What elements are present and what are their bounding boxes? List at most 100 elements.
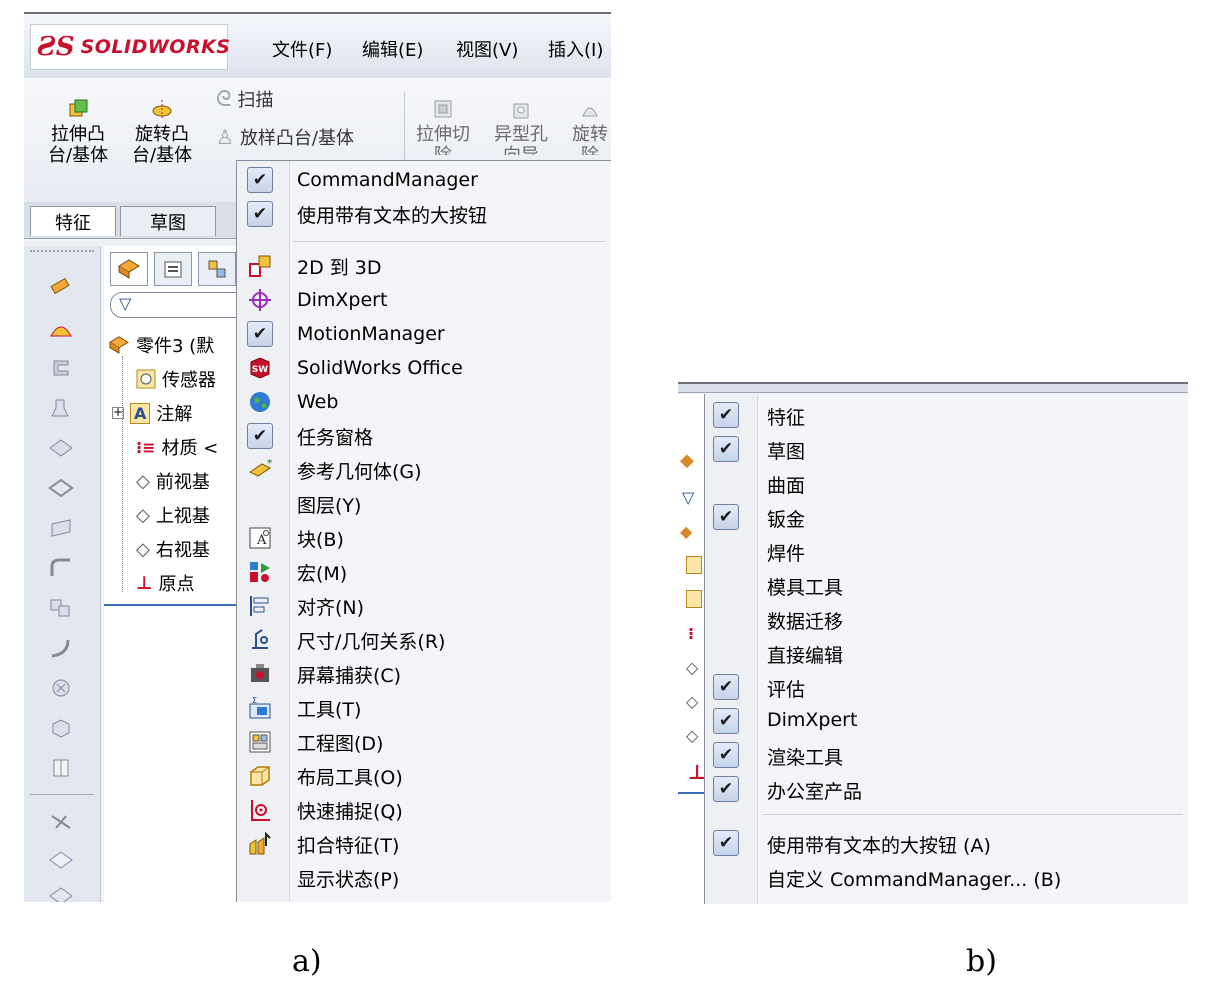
menu-item-mold-tools[interactable]: 模具工具 — [705, 568, 1188, 602]
tree-annotations-node[interactable]: + A 注解 — [112, 400, 192, 426]
menu-item-fastening-features[interactable]: 扣合特征(T) — [237, 827, 611, 861]
menu-item-dimxpert[interactable]: ✔ DimXpert — [705, 704, 1188, 738]
menu-item-office-products[interactable]: ✔ 办公室产品 — [705, 772, 1188, 806]
tree-origin-node[interactable]: ⊥ 原点 — [136, 570, 194, 596]
menu-item-large-buttons[interactable]: ✔ 使用带有文本的大按钮 (A) — [705, 826, 1188, 860]
menu-item-macro[interactable]: 宏(M) — [237, 555, 611, 589]
menu-item-sketch[interactable]: ✔ 草图 — [705, 432, 1188, 466]
menu-item-weldments[interactable]: 焊件 — [705, 534, 1188, 568]
menu-item-large-buttons[interactable]: ✔ 使用带有文本的大按钮 — [237, 197, 611, 231]
curves-tool-icon[interactable] — [48, 812, 74, 832]
menu-item-layers[interactable]: 图层(Y) — [237, 487, 611, 521]
menu-item-label: 任务窗格 — [297, 426, 374, 449]
plane-tool-icon[interactable] — [48, 518, 74, 538]
plane-icon: ◇ — [686, 726, 699, 745]
sweep-tool-icon[interactable] — [48, 358, 74, 378]
expand-icon[interactable]: + — [112, 406, 124, 419]
check-icon: ✔ — [713, 402, 739, 428]
tree-part-node[interactable]: 零件3 (默 — [108, 332, 214, 358]
pattern-tool-icon[interactable] — [48, 598, 74, 618]
check-icon: ✔ — [247, 201, 273, 227]
revolve-cut-tool-icon[interactable] — [48, 478, 74, 498]
menu-item-solidworks-office[interactable]: SW SolidWorks Office — [237, 351, 611, 385]
globe-icon — [250, 392, 270, 412]
mirror-tool-icon[interactable] — [48, 758, 74, 778]
menu-item-blocks[interactable]: A 块(B) — [237, 521, 611, 555]
draft-tool-icon[interactable] — [48, 678, 74, 698]
hole-wizard-label-2: 向导 — [503, 145, 539, 155]
menu-edit[interactable]: 编辑(E) — [362, 36, 423, 62]
shell-tool-icon[interactable] — [48, 718, 74, 738]
revolve-boss-button[interactable]: 旋转凸 台/基体 — [132, 98, 192, 166]
menu-item-web[interactable]: Web — [237, 385, 611, 419]
loft-button[interactable]: ♙ 放样凸台/基体 — [216, 124, 354, 150]
menu-item-evaluate[interactable]: ✔ 评估 — [705, 670, 1188, 704]
annotation-icon — [686, 590, 702, 608]
menu-item-label: 尺寸/几何关系(R) — [297, 630, 446, 653]
tree-sensors-node[interactable]: 传感器 — [136, 366, 216, 392]
menu-item-customize-commandmanager[interactable]: 自定义 CommandManager... (B) — [705, 860, 1188, 894]
menu-item-drawing[interactable]: 工程图(D) — [237, 725, 611, 759]
tree-top-plane-node[interactable]: ◇ 上视基 — [136, 502, 210, 528]
feature-manager-tab[interactable] — [110, 252, 148, 286]
menu-item-align[interactable]: 对齐(N) — [237, 589, 611, 623]
tree-fragment: ◆ ▽ ◆ ⁝ ◇ ◇ ◇ ⊥ — [678, 394, 706, 904]
menu-item-task-pane[interactable]: ✔ 任务窗格 — [237, 419, 611, 453]
menu-item-data-migration[interactable]: 数据迁移 — [705, 602, 1188, 636]
config-manager-tab[interactable] — [198, 252, 236, 286]
tree-material-node[interactable]: ⁝≡ 材质 < — [136, 434, 218, 460]
menu-item-surfaces[interactable]: 曲面 — [705, 466, 1188, 500]
hole-wizard-button[interactable]: 异型孔 向导 — [494, 98, 548, 155]
filter-icon: ▽ — [119, 294, 132, 313]
sweep-icon: ᘓ — [216, 86, 232, 112]
menu-insert[interactable]: 插入(I) — [548, 36, 603, 62]
sweep-button[interactable]: ᘓ 扫描 — [216, 86, 274, 112]
sweep-label: 扫描 — [237, 90, 274, 111]
menu-item-commandmanager[interactable]: ✔ CommandManager — [237, 163, 611, 197]
tree-right-plane-node[interactable]: ◇ 右视基 — [136, 536, 210, 562]
ref-plane-tool-icon[interactable] — [48, 850, 74, 870]
tree-front-plane-label: 前视基 — [155, 472, 210, 493]
tree-front-plane-node[interactable]: ◇ 前视基 — [136, 468, 210, 494]
menu-item-sheet-metal[interactable]: ✔ 钣金 — [705, 500, 1188, 534]
menu-item-tools[interactable]: Σ 工具(T) — [237, 691, 611, 725]
menu-item-dimensions-relations[interactable]: 尺寸/几何关系(R) — [237, 623, 611, 657]
menu-item-screen-capture[interactable]: 屏幕捕获(C) — [237, 657, 611, 691]
solidworks-logo[interactable]: ƧS SOLIDWORKS — [30, 24, 231, 70]
menu-item-quick-snap[interactable]: 快速捕捉(Q) — [237, 793, 611, 827]
revolve-tool-icon[interactable] — [48, 318, 74, 338]
menu-item-layout-tools[interactable]: 布局工具(O) — [237, 759, 611, 793]
menu-item-2d-to-3d[interactable]: 2D 到 3D — [237, 249, 611, 283]
menu-item-reference-geometry[interactable]: * 参考几何体(G) — [237, 453, 611, 487]
logo-text: SOLIDWORKS — [80, 36, 231, 58]
menu-item-label: 工具(T) — [297, 698, 362, 721]
menu-item-label: 直接编辑 — [767, 645, 844, 667]
menu-item-label: 对齐(N) — [297, 596, 365, 619]
rib-tool-icon[interactable] — [48, 638, 74, 658]
property-manager-tab[interactable] — [154, 252, 192, 286]
menu-item-render-tools[interactable]: ✔ 渲染工具 — [705, 738, 1188, 772]
cut-tool-icon[interactable] — [48, 438, 74, 458]
ref-axis-tool-icon[interactable] — [48, 886, 74, 902]
loft-tool-icon[interactable] — [48, 398, 74, 418]
extrude-cut-button[interactable]: 拉伸切 除 — [416, 98, 470, 155]
tree-guide-line — [122, 356, 124, 592]
fillet-tool-icon[interactable] — [48, 558, 74, 578]
revolve-cut-button[interactable]: 旋转 除 — [572, 98, 608, 155]
menu-item-label: 图层(Y) — [297, 494, 362, 517]
rollback-bar — [678, 792, 704, 794]
menu-item-direct-editing[interactable]: 直接编辑 — [705, 636, 1188, 670]
menu-view[interactable]: 视图(V) — [456, 36, 518, 62]
menu-item-features[interactable]: ✔ 特征 — [705, 398, 1188, 432]
extrude-tool-icon[interactable] — [48, 276, 74, 296]
check-icon: ✔ — [713, 674, 739, 700]
revolve-cut-label-1: 旋转 — [572, 124, 608, 145]
material-icon: ⁝≡ — [136, 437, 156, 457]
menu-file[interactable]: 文件(F) — [272, 36, 332, 62]
menu-item-display-states[interactable]: 显示状态(P) — [237, 861, 611, 895]
tab-features[interactable]: 特征 — [30, 206, 116, 236]
extrude-boss-button[interactable]: 拉伸凸 台/基体 — [48, 98, 108, 166]
menu-item-motionmanager[interactable]: ✔ MotionManager — [237, 317, 611, 351]
menu-item-dimxpert[interactable]: DimXpert — [237, 283, 611, 317]
tab-sketch[interactable]: 草图 — [120, 206, 216, 236]
